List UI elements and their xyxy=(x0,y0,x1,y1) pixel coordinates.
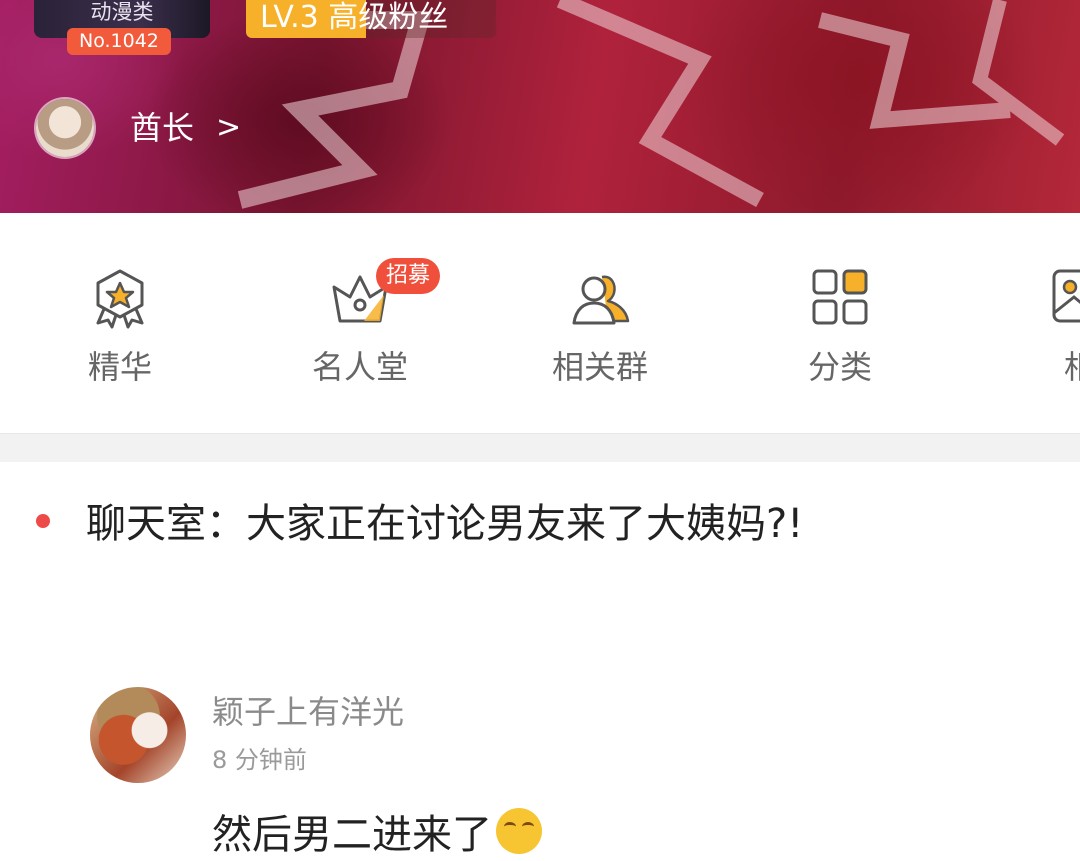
owner-link-label[interactable]: 酋长 xyxy=(130,108,194,148)
nav-label-album: 相 xyxy=(1063,348,1080,386)
grid-icon xyxy=(808,265,872,329)
level-label: LV.3 高级粉丝 xyxy=(260,0,449,35)
section-divider xyxy=(0,433,1080,462)
tears-of-joy-emoji-icon xyxy=(496,808,542,854)
nav-label-featured: 精华 xyxy=(87,348,152,386)
nav-item-album[interactable]: 相 xyxy=(960,213,1080,433)
post-author-avatar[interactable] xyxy=(90,687,186,783)
post-content[interactable]: 然后男二进来了 xyxy=(212,808,542,861)
rank-badge: No.1042 xyxy=(67,28,171,55)
post-timestamp: 8 分钟前 xyxy=(212,746,307,774)
nav-item-hall-of-fame[interactable]: 招募 名人堂 xyxy=(240,213,480,433)
nav-item-related-groups[interactable]: 相关群 xyxy=(480,213,720,433)
chevron-right-icon[interactable]: > xyxy=(216,108,241,148)
live-dot-icon xyxy=(36,514,50,528)
nav-item-categories[interactable]: 分类 xyxy=(720,213,960,433)
recruit-badge: 招募 xyxy=(376,258,441,294)
chat-room-title[interactable]: 聊天室：大家正在讨论男友来了大姨妈?! xyxy=(86,498,803,550)
image-icon xyxy=(1048,265,1080,329)
star-ribbon-icon xyxy=(88,265,152,329)
nav-label-categories: 分类 xyxy=(807,348,872,386)
post-author-name[interactable]: 颖子上有洋光 xyxy=(212,692,404,732)
community-banner: 动漫类 No.1042 LV.3 高级粉丝 酋长 > xyxy=(0,0,1080,213)
nav-item-featured[interactable]: 精华 xyxy=(0,213,240,433)
people-icon xyxy=(568,265,632,329)
post-content-text: 然后男二进来了 xyxy=(212,812,492,858)
level-badge: LV.3 高级粉丝 xyxy=(246,0,496,38)
nav-label-related-groups: 相关群 xyxy=(551,348,648,386)
community-nav: 精华 招募 名人堂 相关群 分类 相 xyxy=(0,213,1080,433)
nav-label-hall-of-fame: 名人堂 xyxy=(311,348,408,386)
owner-avatar[interactable] xyxy=(36,99,94,157)
community-category: 动漫类 xyxy=(90,0,154,24)
